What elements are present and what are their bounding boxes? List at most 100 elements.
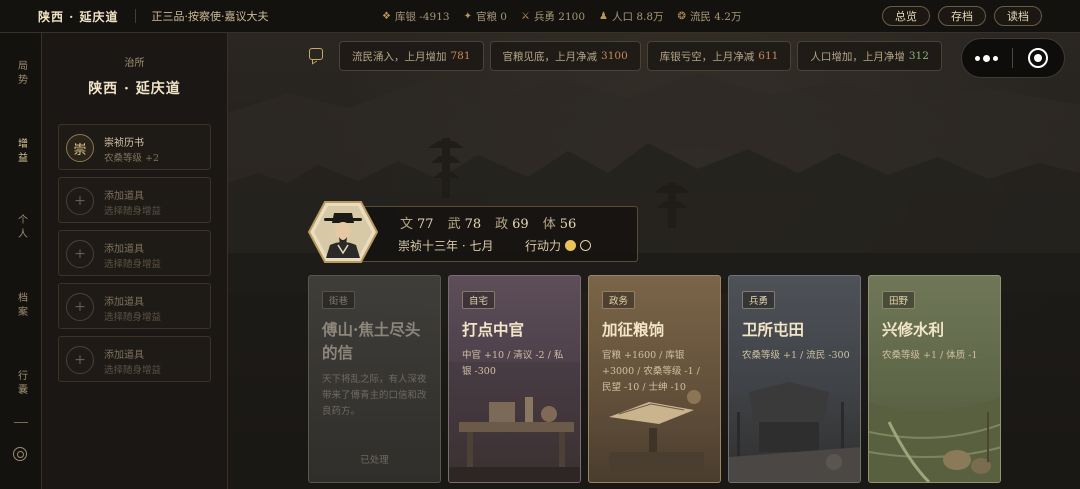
event-card-fushan[interactable]: 街巷 傅山·焦土尽头的信 天下将乱之际，有人深夜带来了傅青主的口信和改良药方。 … <box>308 275 441 483</box>
event-card-levy[interactable]: 政务 加征粮饷 官粮 +1600 / 库银 +3000 / 农桑等级 -1 / … <box>588 275 721 483</box>
item-desc: 农桑等级 +2 <box>104 153 160 164</box>
card-tag: 政务 <box>602 291 636 309</box>
soldier-icon: ⚔ <box>521 11 530 22</box>
official-portrait-icon[interactable] <box>308 201 378 263</box>
item-name: 崇祯历书 <box>104 138 144 149</box>
rail-item-archive[interactable]: 档案 <box>0 291 42 321</box>
attr-label: 政 <box>495 217 509 232</box>
notice-bar: 流民涌入，上月增加 781 官粮见底，上月净减 3100 库银亏空，上月净减 611 … <box>339 41 942 71</box>
event-card-garrison[interactable]: 兵勇 卫所屯田 农桑等级 +1 / 流民 -300 <box>728 275 861 483</box>
action-point-empty-icon <box>580 240 592 251</box>
notice-value: 312 <box>908 50 929 62</box>
card-title: 卫所屯田 <box>742 320 805 339</box>
stat-population-label: 人口 8.8万 <box>612 11 664 23</box>
notice-value: 781 <box>450 50 471 62</box>
refugee-icon: ❂ <box>677 11 686 22</box>
target-icon[interactable] <box>13 447 27 461</box>
card-tag: 街巷 <box>322 291 356 309</box>
attr-zheng: 政 69 <box>495 213 529 232</box>
notice-grain[interactable]: 官粮见底，上月净减 3100 <box>489 41 641 71</box>
stat-population: ♟ 人口 8.8万 <box>599 9 664 24</box>
item-name: 添加道具 <box>104 350 144 361</box>
card-status: 已处理 <box>360 455 389 466</box>
close-target-icon[interactable] <box>1013 48 1065 68</box>
action-points-label: 行动力 <box>525 239 562 253</box>
message-icon[interactable] <box>309 48 323 60</box>
attr-value: 78 <box>464 217 482 232</box>
card-tag: 自宅 <box>462 291 496 309</box>
stat-soldier-label: 兵勇 2100 <box>533 11 586 23</box>
card-title: 打点中官 <box>462 320 525 339</box>
notice-text: 流民涌入，上月增加 <box>352 50 447 63</box>
silver-icon: ❖ <box>382 11 391 22</box>
card-title: 傅山·焦土尽头的信 <box>322 320 421 362</box>
rail-item-bag[interactable]: 行囊 <box>0 369 42 399</box>
plus-icon: + <box>66 293 94 321</box>
plus-icon: + <box>66 240 94 268</box>
study-room-illustration <box>449 362 580 482</box>
stat-grain: ✦ 官粮 0 <box>464 9 507 24</box>
resource-stats: ❖ 库银 -4913 ✦ 官粮 0 ⚔ 兵勇 2100 ♟ 人口 8.8万 ❂ 流民 4.… <box>382 9 741 24</box>
plus-icon: + <box>66 346 94 374</box>
official-rank: 正三品·按察使·嘉议大夫 <box>151 10 269 23</box>
paddy-field-illustration <box>869 397 1000 482</box>
item-slot-5[interactable]: + 添加道具 选择随身增益 <box>58 336 211 382</box>
rail-item-personal[interactable]: 个人 <box>0 213 42 243</box>
stat-refugee-label: 流民 4.2万 <box>689 11 742 23</box>
card-desc: 农桑等级 +1 / 体质 -1 <box>882 350 978 361</box>
stat-refugee: ❂ 流民 4.2万 <box>678 9 742 24</box>
item-slot-4[interactable]: + 添加道具 选择随身增益 <box>58 283 211 329</box>
event-card-irrigation[interactable]: 田野 兴修水利 农桑等级 +1 / 体质 -1 <box>868 275 1001 483</box>
event-card-bribe[interactable]: 自宅 打点中官 中官 +10 / 清议 -2 / 私银 -300 <box>448 275 581 483</box>
attr-label: 武 <box>447 217 461 232</box>
stat-silver-label: 库银 -4913 <box>394 11 450 23</box>
save-button[interactable]: 存档 <box>938 6 986 26</box>
card-desc: 天下将乱之际，有人深夜带来了傅青主的口信和改良药方。 <box>322 374 427 417</box>
divider <box>134 9 136 23</box>
item-desc: 选择随身增益 <box>104 206 162 217</box>
rail-item-situation[interactable]: 局势 <box>0 59 42 89</box>
item-slot-2[interactable]: + 添加道具 选择随身增益 <box>58 177 211 223</box>
card-desc: 农桑等级 +1 / 流民 -300 <box>742 350 850 361</box>
item-desc: 选择随身增益 <box>104 312 162 323</box>
card-desc: 中官 +10 / 清议 -2 / 私银 -300 <box>462 350 564 377</box>
character-attributes: 文 77 武 78 政 69 体 56 <box>400 213 576 232</box>
item-desc: 选择随身增益 <box>104 259 162 270</box>
stat-soldier: ⚔ 兵勇 2100 <box>521 9 585 24</box>
top-bar: 陕西 · 延庆道 正三品·按察使·嘉议大夫 ❖ 库银 -4913 ✦ 官粮 0 ⚔ 兵… <box>0 0 1080 33</box>
plus-icon: + <box>66 187 94 215</box>
notice-text: 人口增加，上月净增 <box>810 50 905 63</box>
item-slot-3[interactable]: + 添加道具 选择随身增益 <box>58 230 211 276</box>
item-name: 添加道具 <box>104 191 144 202</box>
notice-refugees[interactable]: 流民涌入，上月增加 781 <box>339 41 484 71</box>
left-rail: 局势 增益 个人 档案 行囊 <box>0 33 42 489</box>
card-tag: 兵勇 <box>742 291 776 309</box>
location-title: 陕西 · 延庆道 <box>38 9 119 24</box>
card-tag: 田野 <box>882 291 916 309</box>
grain-icon: ✦ <box>463 11 472 22</box>
more-icon[interactable] <box>962 54 1012 62</box>
attr-value: 69 <box>512 217 529 232</box>
attr-label: 文 <box>400 217 414 232</box>
item-badge: 崇 <box>66 134 94 162</box>
card-title: 兴修水利 <box>882 320 945 339</box>
rail-item-buffs[interactable]: 增益 <box>0 137 42 167</box>
attr-wen: 文 77 <box>400 213 434 232</box>
notice-value: 611 <box>758 50 779 62</box>
overview-button[interactable]: 总览 <box>882 6 930 26</box>
item-slot-1[interactable]: 崇 崇祯历书 农桑等级 +2 <box>58 124 211 170</box>
notice-treasury[interactable]: 库银亏空，上月净减 611 <box>646 41 792 71</box>
main-scene: 流民涌入，上月增加 781 官粮见底，上月净减 3100 库银亏空，上月净减 611 … <box>228 33 1080 489</box>
item-name: 添加道具 <box>104 244 144 255</box>
side-title: 陕西 · 延庆道 <box>88 81 181 97</box>
item-name: 添加道具 <box>104 297 144 308</box>
card-desc: 官粮 +1600 / 库银 +3000 / 农桑等级 -1 / 民望 -10 /… <box>602 350 700 393</box>
stat-grain-label: 官粮 0 <box>475 11 507 23</box>
side-label: 治所 <box>124 58 145 69</box>
notice-population[interactable]: 人口增加，上月净增 312 <box>797 41 942 71</box>
attr-wu: 武 78 <box>448 213 482 232</box>
load-button[interactable]: 读档 <box>994 6 1042 26</box>
game-date: 崇祯十三年 · 七月 <box>398 239 494 253</box>
rail-divider <box>14 422 28 423</box>
attr-ti: 体 56 <box>543 213 577 232</box>
